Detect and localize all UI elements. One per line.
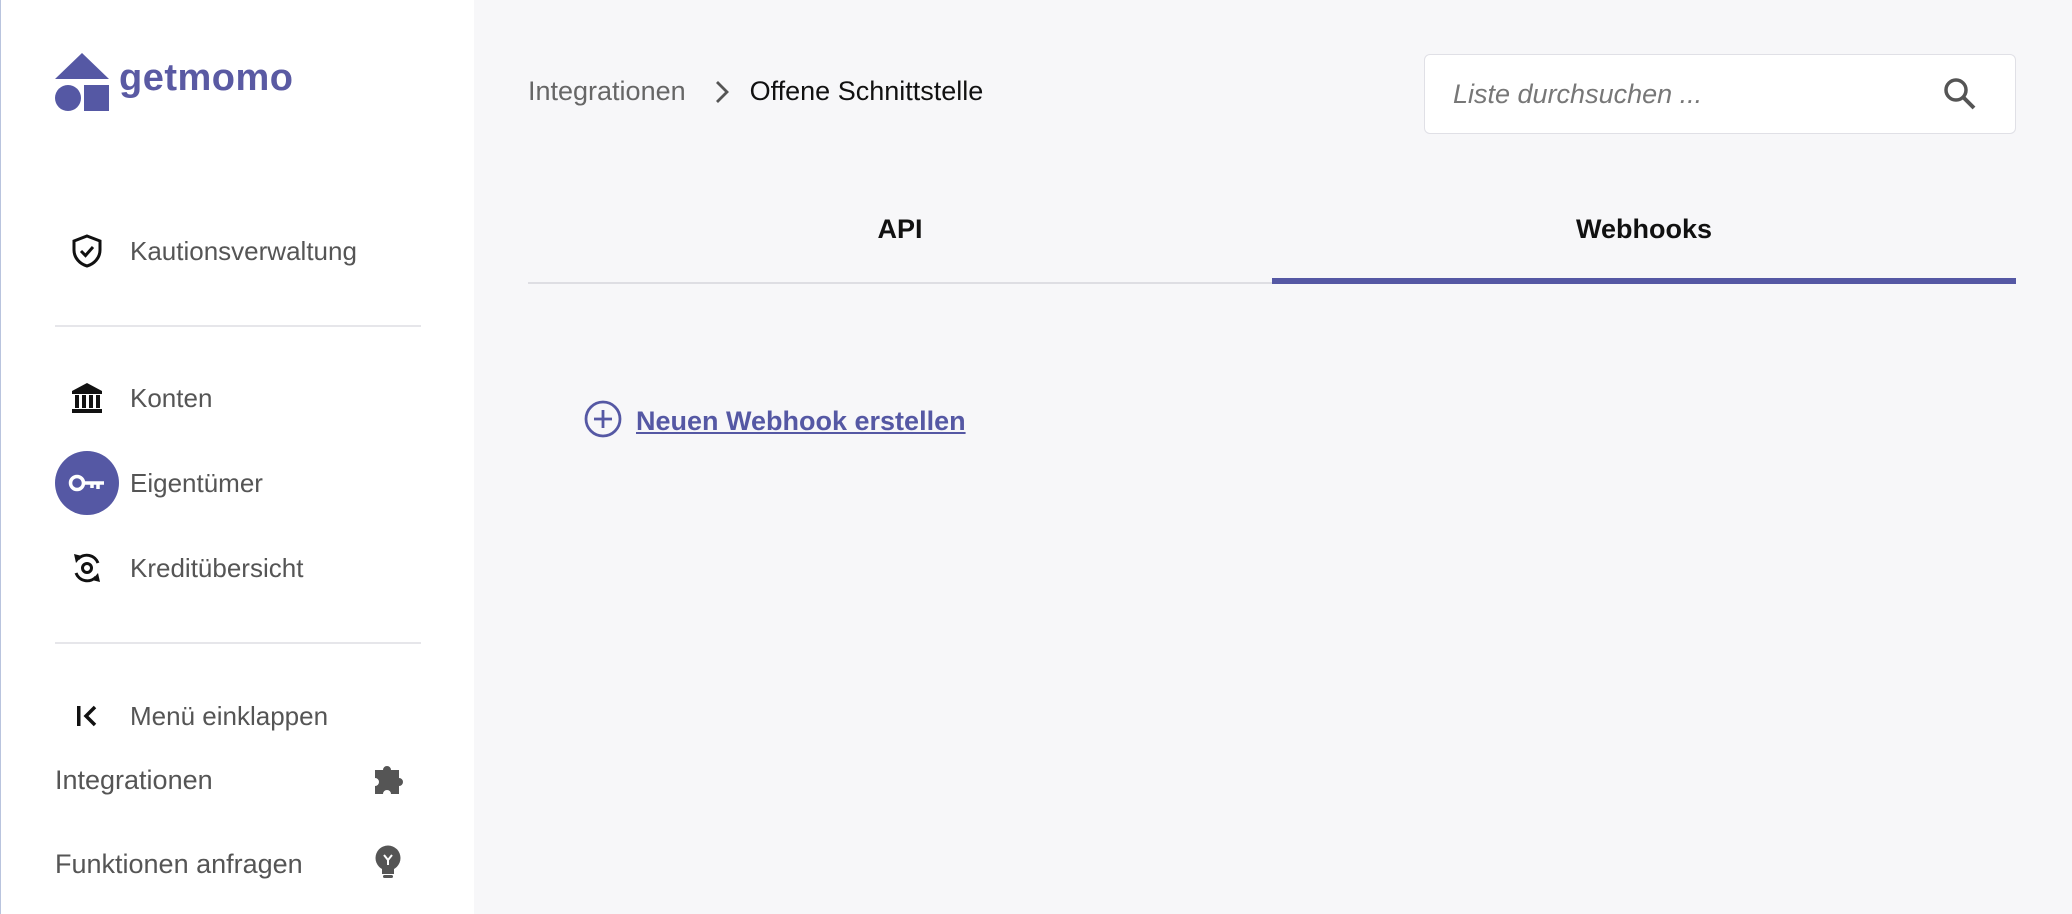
breadcrumb: Integrationen Offene Schnittstelle bbox=[528, 76, 983, 107]
create-webhook-label: Neuen Webhook erstellen bbox=[636, 406, 966, 436]
sidebar-item-label: Konten bbox=[130, 382, 213, 413]
sidebar: getmomo Kautionsverwaltung Konten Eigent… bbox=[0, 0, 474, 914]
sidebar-item-kredituebersicht[interactable]: Kreditübersicht bbox=[55, 536, 303, 600]
tab-api[interactable]: API bbox=[528, 170, 1272, 282]
logo-text: getmomo bbox=[119, 56, 294, 99]
collapse-menu-icon bbox=[55, 684, 119, 748]
shield-check-icon bbox=[55, 219, 119, 283]
main-content: Integrationen Offene Schnittstelle API W… bbox=[474, 0, 2072, 914]
key-icon bbox=[55, 451, 119, 515]
sidebar-footer-integrationen[interactable]: Integrationen bbox=[55, 760, 421, 801]
collapse-menu-button[interactable]: Menü einklappen bbox=[55, 684, 328, 748]
search-box bbox=[1424, 54, 2016, 134]
logo[interactable]: getmomo bbox=[55, 53, 294, 111]
puzzle-icon bbox=[371, 760, 407, 801]
sidebar-item-label: Kautionsverwaltung bbox=[130, 235, 357, 266]
chevron-right-icon bbox=[714, 79, 730, 105]
logo-icon bbox=[55, 53, 109, 111]
sidebar-divider bbox=[55, 642, 421, 644]
sidebar-item-eigentuemer[interactable]: Eigentümer bbox=[55, 451, 263, 515]
sidebar-item-kautionsverwaltung[interactable]: Kautionsverwaltung bbox=[55, 219, 357, 283]
bank-icon bbox=[55, 366, 119, 430]
breadcrumb-parent-link[interactable]: Integrationen bbox=[528, 76, 686, 107]
tab-webhooks[interactable]: Webhooks bbox=[1272, 170, 2016, 284]
sidebar-item-label: Kreditübersicht bbox=[130, 552, 304, 583]
sidebar-item-konten[interactable]: Konten bbox=[55, 366, 212, 430]
search-input[interactable] bbox=[1451, 77, 1925, 111]
search-icon[interactable] bbox=[1943, 77, 1977, 116]
sidebar-divider bbox=[55, 325, 421, 327]
lightbulb-icon bbox=[373, 844, 403, 885]
footer-item-label: Funktionen anfragen bbox=[55, 849, 303, 879]
sidebar-item-label: Eigentümer bbox=[130, 467, 263, 498]
breadcrumb-current: Offene Schnittstelle bbox=[749, 76, 984, 106]
footer-item-label: Integrationen bbox=[55, 765, 213, 795]
refresh-credit-icon bbox=[55, 536, 119, 600]
sidebar-footer-funktionen-anfragen[interactable]: Funktionen anfragen bbox=[55, 844, 421, 885]
add-circle-icon bbox=[584, 400, 622, 443]
sidebar-item-label: Menü einklappen bbox=[130, 700, 329, 731]
tab-bar: API Webhooks bbox=[528, 170, 2016, 284]
create-webhook-button[interactable]: Neuen Webhook erstellen bbox=[584, 400, 966, 443]
